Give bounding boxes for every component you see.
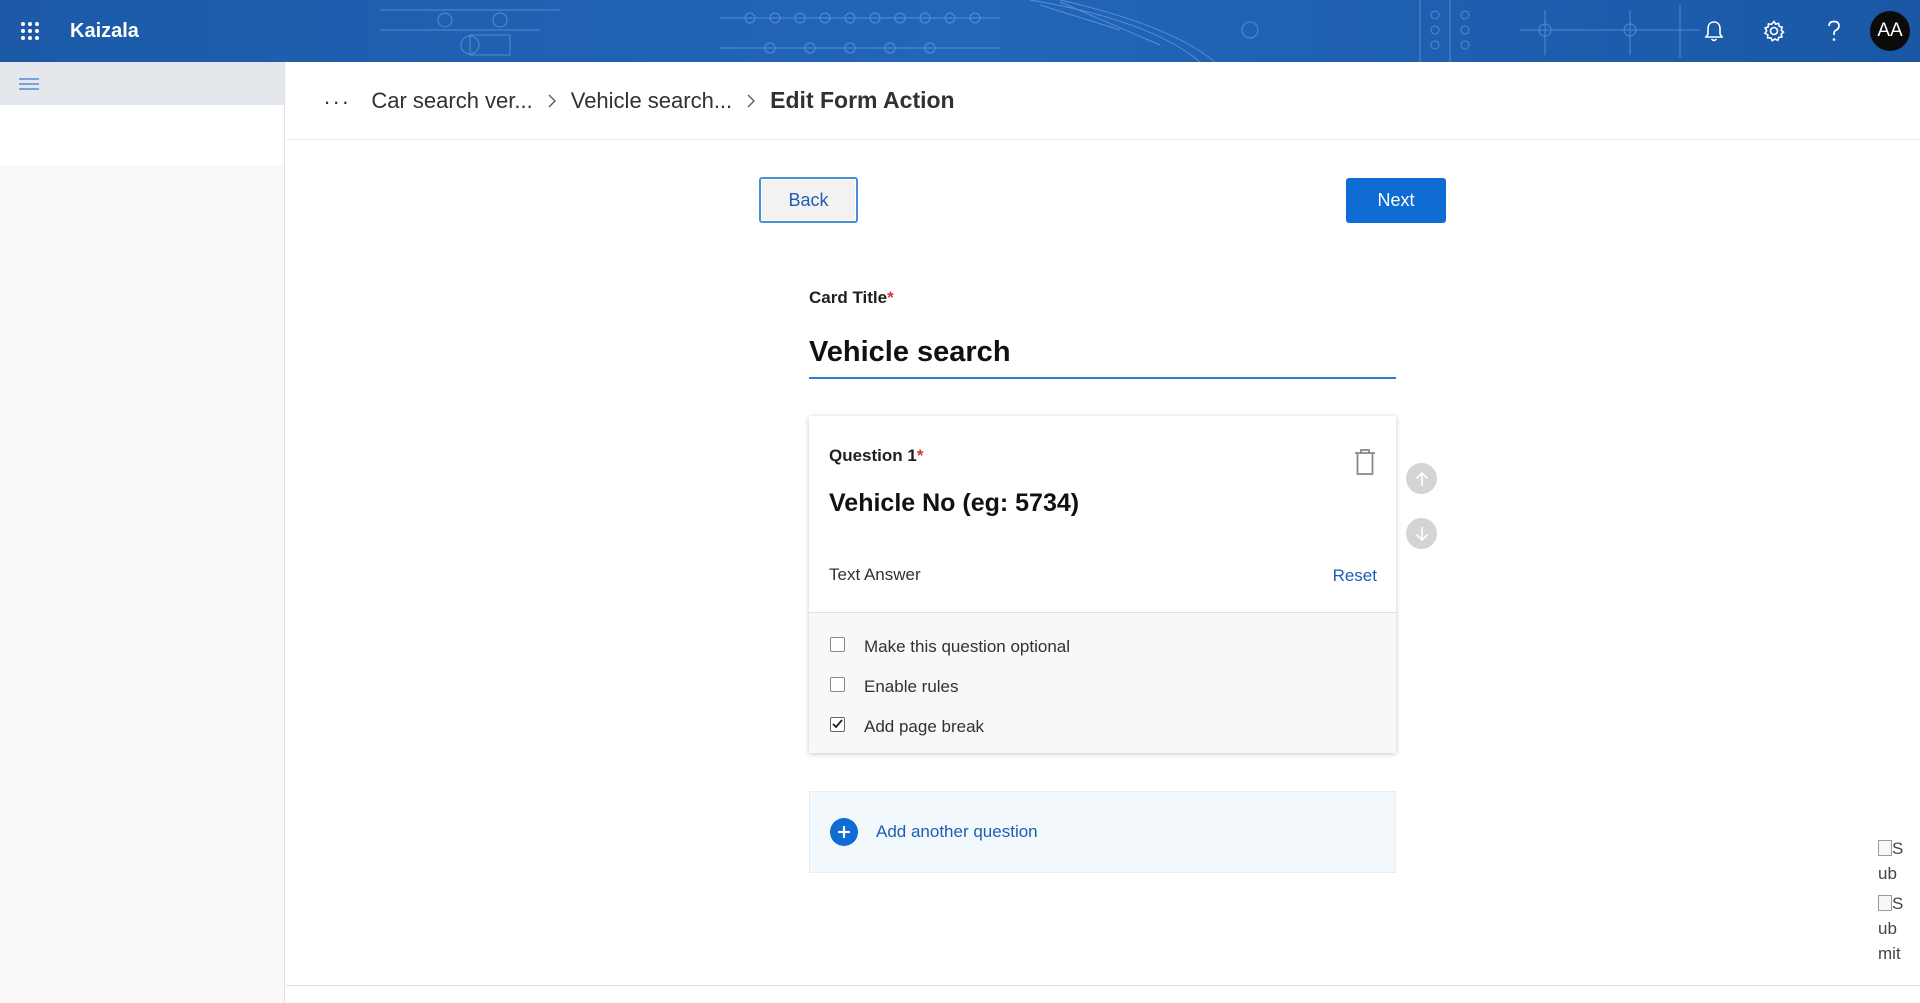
broken-image[interactable]: S ub	[1878, 836, 1912, 886]
question-options: Make this question optional Enable rules…	[809, 612, 1396, 753]
question-label: Question 1*	[829, 446, 923, 466]
checkmark-icon	[832, 719, 843, 729]
checkbox[interactable]	[830, 676, 845, 692]
nav-empty-area	[0, 105, 284, 165]
broken-image-icon	[1878, 840, 1892, 856]
question-label-text: Question 1	[829, 446, 917, 465]
option-page-break[interactable]: Add page break	[809, 707, 1396, 747]
blueprint-banner-pattern	[0, 0, 1920, 62]
help-button[interactable]	[1804, 0, 1864, 62]
checkbox-checked[interactable]	[830, 716, 845, 732]
trash-icon	[1355, 449, 1375, 475]
gear-icon	[1763, 20, 1785, 42]
image-alt-text: S	[1892, 839, 1904, 858]
checkbox[interactable]	[830, 636, 845, 652]
top-bar: Kaizala AA	[0, 0, 1920, 62]
move-up-button[interactable]	[1406, 463, 1437, 494]
breadcrumb-item[interactable]: Vehicle search...	[571, 88, 732, 114]
option-label: Add page break	[864, 717, 985, 736]
settings-button[interactable]	[1744, 0, 1804, 62]
required-marker: *	[916, 446, 924, 465]
notifications-button[interactable]	[1684, 0, 1744, 62]
left-navigation	[0, 62, 285, 1003]
card-title-input[interactable]	[809, 328, 1396, 379]
plus-circle-icon	[830, 818, 858, 846]
broken-image-icon	[1878, 895, 1892, 911]
image-alt-text: S	[1892, 894, 1904, 913]
required-marker: *	[887, 288, 894, 307]
breadcrumb: ... Car search ver... Vehicle search... …	[286, 62, 1920, 140]
user-avatar[interactable]: AA	[1870, 11, 1910, 51]
image-alt-text: mit	[1878, 944, 1901, 963]
delete-question-button[interactable]	[1352, 447, 1378, 477]
option-optional[interactable]: Make this question optional	[809, 627, 1396, 667]
back-button[interactable]: Back	[759, 177, 858, 223]
next-button[interactable]: Next	[1346, 178, 1446, 223]
hamburger-icon	[19, 77, 39, 90]
reset-link[interactable]: Reset	[1333, 566, 1377, 586]
help-icon	[1828, 20, 1840, 41]
card-title-label: Card Title*	[809, 288, 894, 308]
add-question-label: Add another question	[876, 822, 1038, 841]
bell-icon	[1704, 21, 1724, 42]
waffle-icon	[21, 22, 39, 40]
chevron-right-icon	[547, 93, 557, 109]
image-alt-text: ub	[1878, 864, 1897, 883]
arrow-down-icon	[1415, 526, 1428, 541]
chevron-right-icon	[746, 93, 756, 109]
question-card: Question 1* Vehicle No (eg: 5734) Text A…	[809, 416, 1396, 753]
breadcrumb-item[interactable]: Car search ver...	[371, 88, 532, 114]
move-down-button[interactable]	[1406, 518, 1437, 549]
option-label: Enable rules	[864, 677, 959, 696]
app-launcher-button[interactable]	[0, 0, 60, 62]
add-question-button[interactable]: Add another question	[809, 791, 1396, 873]
nav-toggle-button[interactable]	[0, 62, 284, 105]
page-title: Edit Form Action	[770, 87, 955, 113]
option-enable-rules[interactable]: Enable rules	[809, 667, 1396, 707]
breadcrumb-overflow-button[interactable]: ...	[324, 85, 351, 108]
arrow-up-icon	[1415, 471, 1428, 486]
broken-image[interactable]: S ub mit	[1878, 891, 1912, 966]
answer-type-label: Text Answer	[829, 565, 921, 584]
question-text[interactable]: Vehicle No (eg: 5734)	[829, 489, 1079, 518]
app-name[interactable]: Kaizala	[70, 20, 139, 43]
card-title-label-text: Card Title	[809, 288, 888, 307]
image-alt-text: ub	[1878, 919, 1897, 938]
option-label: Make this question optional	[864, 637, 1071, 656]
